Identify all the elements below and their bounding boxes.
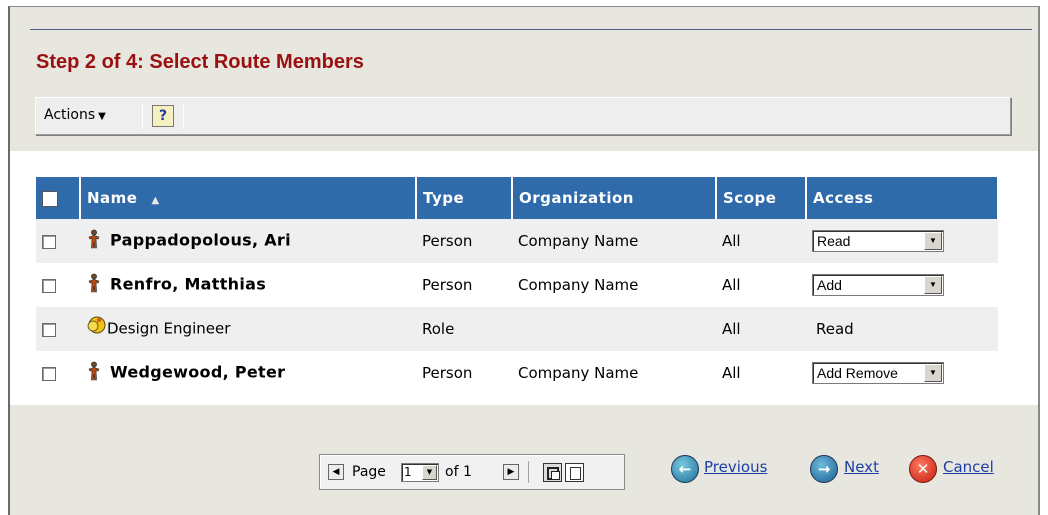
- members-table-area: Name ▲ Type Organization Scope Access Pap…: [10, 151, 1038, 405]
- page-title: Step 2 of 4: Select Route Members: [36, 51, 364, 73]
- type-cell: Person: [422, 276, 473, 294]
- sort-ascending-icon[interactable]: ▲: [151, 195, 159, 206]
- page-next-icon[interactable]: ▶: [503, 464, 519, 480]
- organization-cell: Company Name: [512, 219, 716, 263]
- next-arrow-icon[interactable]: →: [810, 455, 838, 483]
- column-header-access[interactable]: Access: [806, 177, 999, 219]
- name-cell: Wedgewood, Peter: [80, 351, 416, 395]
- help-icon[interactable]: ?: [152, 105, 174, 127]
- person-icon: [86, 361, 104, 385]
- toolbar: Actions ▼ ?: [35, 97, 1011, 135]
- name-cell: Design Engineer: [80, 307, 416, 351]
- access-select-value: Add: [817, 277, 842, 293]
- role-icon: [86, 315, 106, 335]
- member-name: Renfro, Matthias: [110, 274, 267, 294]
- table-header-row: Name ▲ Type Organization Scope Access: [36, 177, 999, 219]
- name-cell: Pappadopolous, Ari: [80, 219, 416, 263]
- page-label: Page: [352, 464, 386, 480]
- route-wizard-panel: Step 2 of 4: Select Route Members Action…: [8, 6, 1040, 515]
- table-row[interactable]: Design Engineer Role All Read: [36, 307, 998, 351]
- table-body: Pappadopolous, Ari Person Company Name All R…: [36, 219, 998, 395]
- organization-cell: Company Name: [518, 276, 639, 294]
- access-select[interactable]: Add Remove ▼: [812, 362, 944, 384]
- organization-cell: [512, 307, 716, 351]
- type-cell: Person: [422, 364, 473, 382]
- person-icon: [86, 229, 104, 253]
- actions-label: Actions: [44, 107, 96, 123]
- access-cell: Read ▼: [806, 219, 998, 263]
- table-row[interactable]: Renfro, Matthias Person Company Name All Add…: [36, 263, 998, 307]
- header-band: Step 2 of 4: Select Route Members Action…: [10, 7, 1038, 151]
- column-header-type[interactable]: Type: [416, 177, 513, 219]
- scope-cell: All: [716, 307, 806, 351]
- column-header-name[interactable]: Name ▲: [80, 177, 417, 219]
- table-row[interactable]: Wedgewood, Peter Person Company Name All Add…: [36, 351, 998, 395]
- access-select[interactable]: Read ▼: [812, 230, 944, 252]
- type-cell: Person: [416, 219, 512, 263]
- previous-arrow-icon[interactable]: ←: [671, 455, 699, 483]
- scope-cell: All: [722, 364, 741, 382]
- help-glyph: ?: [158, 108, 168, 124]
- row-checkbox[interactable]: [42, 234, 56, 249]
- name-header-label: Name: [87, 189, 138, 207]
- cancel-x-icon[interactable]: ✕: [909, 455, 937, 483]
- row-checkbox[interactable]: [42, 322, 56, 337]
- chevron-down-icon: ▼: [924, 232, 942, 250]
- top-divider: [30, 29, 1032, 30]
- access-cell: Add Remove ▼: [806, 351, 998, 395]
- cancel-link[interactable]: Cancel: [943, 458, 994, 476]
- person-icon: [86, 273, 104, 297]
- toolbar-divider: [142, 103, 143, 129]
- member-name: Wedgewood, Peter: [110, 362, 286, 382]
- access-select[interactable]: Add ▼: [812, 274, 944, 296]
- access-value: Read: [816, 320, 854, 338]
- page-select[interactable]: 1 ▼: [401, 463, 439, 482]
- chevron-down-icon: ▼: [422, 465, 437, 480]
- access-cell: Read: [806, 307, 998, 351]
- chevron-down-icon: ▼: [98, 111, 106, 122]
- name-cell: Renfro, Matthias: [80, 263, 416, 307]
- access-cell: Add ▼: [806, 263, 998, 307]
- previous-link[interactable]: Previous: [704, 458, 767, 476]
- toolbar-divider: [183, 103, 184, 129]
- members-table: Name ▲ Type Organization Scope Access Pap…: [36, 177, 999, 395]
- member-name: Pappadopolous, Ari: [110, 230, 291, 250]
- page-select-value: 1: [404, 465, 412, 479]
- scope-cell: All: [716, 219, 806, 263]
- column-header-organization[interactable]: Organization: [512, 177, 717, 219]
- chevron-down-icon: ▼: [924, 364, 942, 382]
- row-checkbox[interactable]: [42, 278, 56, 293]
- table-row[interactable]: Pappadopolous, Ari Person Company Name All R…: [36, 219, 998, 263]
- row-select-cell[interactable]: [36, 219, 80, 263]
- select-all-header[interactable]: [36, 177, 81, 219]
- column-header-scope[interactable]: Scope: [716, 177, 807, 219]
- access-select-value: Add Remove: [817, 365, 898, 381]
- row-select-cell[interactable]: [36, 263, 80, 307]
- page-of-label: of 1: [445, 464, 472, 480]
- next-link[interactable]: Next: [844, 458, 879, 476]
- single-page-view-icon[interactable]: [565, 463, 584, 482]
- access-select-value: Read: [817, 233, 851, 249]
- scope-cell: All: [722, 276, 741, 294]
- pagination-bar: ◀ Page 1 ▼ of 1 ▶: [319, 454, 625, 490]
- type-cell: Role: [416, 307, 512, 351]
- page-prev-icon[interactable]: ◀: [328, 464, 344, 480]
- member-name: Design Engineer: [107, 319, 231, 338]
- row-select-cell[interactable]: [36, 351, 80, 395]
- pager-divider: [528, 461, 529, 483]
- select-all-checkbox[interactable]: [42, 190, 58, 207]
- row-checkbox[interactable]: [42, 366, 56, 381]
- footer-band: ◀ Page 1 ▼ of 1 ▶ ← Previous → Next ✕ Can…: [10, 405, 1038, 515]
- actions-menu-button[interactable]: Actions ▼: [44, 107, 106, 123]
- organization-cell: Company Name: [518, 364, 639, 382]
- row-select-cell[interactable]: [36, 307, 80, 351]
- chevron-down-icon: ▼: [924, 276, 942, 294]
- multi-page-view-icon[interactable]: [543, 463, 562, 482]
